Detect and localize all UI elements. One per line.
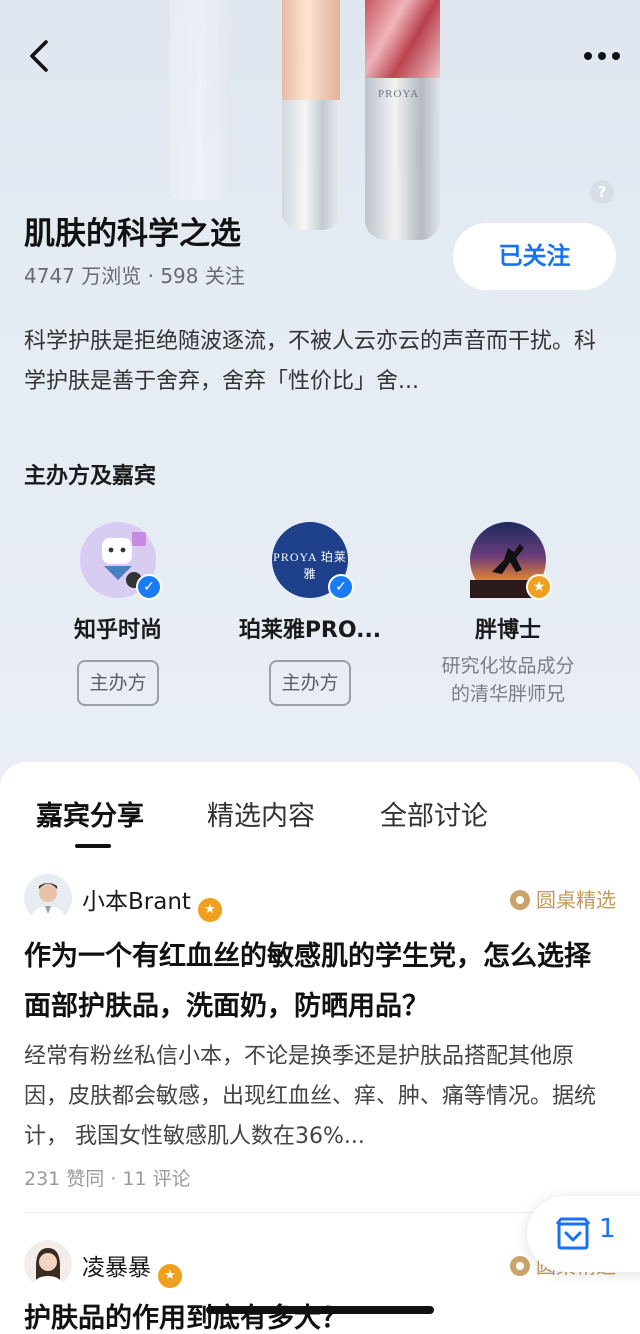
topic-title: 肌肤的科学之选 [24,216,241,252]
product-image-tube-right-top [365,0,440,78]
topic-header: PROYA ? 肌肤的科学之选 4747 万浏览 · 598 关注 已关注 科学… [0,0,640,800]
avatar: ✓ [80,522,162,600]
author-name[interactable]: 小本Brant ★ [82,882,223,923]
verified-badge-icon: ✓ [328,574,354,600]
guest-bio-line: 研究化妆品成分 [441,655,575,677]
collection-box-icon [555,1216,591,1252]
guest-bio: 研究化妆品成分 的清华胖师兄 [418,652,598,708]
post-title[interactable]: 护肤品的作用到底有多大？ [24,1294,616,1334]
more-dots-icon[interactable] [578,38,628,74]
guest-card-zhihu-fashion[interactable]: ✓ 知乎时尚 主办方 [28,522,208,706]
post-excerpt[interactable]: 经常有粉丝私信小本，不论是换季还是护肤品搭配其他原因，皮肤都会敏感，出现红血丝、… [24,1037,616,1157]
post-title[interactable]: 作为一个有红血丝的敏感肌的学生党，怎么选择面部护肤品，洗面奶，防晒用品？ [24,932,616,1032]
avatar: ★ [470,522,552,600]
guest-bio-line: 的清华胖师兄 [450,683,565,705]
list-item[interactable]: 凌暴暴★ 圆桌精选 护肤品的作用到底有多大？ [24,1240,616,1334]
avatar[interactable] [24,1240,72,1288]
product-image-ghost [170,0,230,200]
home-indicator [206,1306,434,1314]
verified-badge-icon: ★ [196,897,223,923]
roundtable-icon [510,1256,530,1276]
tab-guest-share[interactable]: 嘉宾分享 [36,794,144,833]
roundtable-tag-text: 圆桌精选 [536,888,616,912]
tab-all-discussion[interactable]: 全部讨论 [380,794,488,833]
active-tab-indicator [75,844,111,848]
avatar[interactable] [24,874,72,922]
author-name-text: 小本Brant [82,889,191,915]
topic-stats: 4747 万浏览 · 598 关注 [24,264,245,288]
verified-badge-icon: ★ [526,574,552,600]
collection-count: 1 [599,1214,616,1244]
verified-badge-icon: ✓ [136,574,162,600]
guest-name: 知乎时尚 [73,618,162,643]
verified-badge-icon: ★ [157,1263,183,1289]
guest-role-tag: 主办方 [77,660,159,706]
guest-name: 胖博士 [474,618,541,643]
product-image-tube-left-top [282,0,340,100]
author-name-text: 凌暴暴 [82,1255,151,1281]
roundtable-tag[interactable]: 圆桌精选 [510,884,616,913]
avatar: PROYA 珀莱雅 ✓ [272,522,354,600]
post-meta: 231 赞同 · 11 评论 [24,1168,191,1190]
tab-bar: 嘉宾分享 精选内容 全部讨论 [0,762,640,848]
product-image-tube-right [365,0,440,240]
help-icon[interactable]: ? [590,180,614,204]
guests-heading: 主办方及嘉宾 [24,464,157,489]
floating-collection-button[interactable]: 1 [527,1196,640,1272]
product-image-tube-left [282,0,340,230]
divider [24,1212,616,1213]
guest-name: 珀莱雅PRO... [238,618,382,643]
tab-featured[interactable]: 精选内容 [207,794,315,833]
product-brand-text: PROYA [378,88,420,100]
guest-card-proya[interactable]: PROYA 珀莱雅 ✓ 珀莱雅PRO... 主办方 [220,522,400,706]
author-name[interactable]: 凌暴暴 ★ [82,1248,183,1289]
guest-role-tag: 主办方 [269,660,351,706]
guest-card-pangboshi[interactable]: ★ 胖博士 研究化妆品成分 的清华胖师兄 [418,522,598,708]
back-arrow-icon[interactable] [22,36,62,76]
follow-button[interactable]: 已关注 [453,223,616,290]
roundtable-icon [510,890,530,910]
list-item[interactable]: 小本Brant ★ 圆桌精选 作为一个有红血丝的敏感肌的学生党，怎么选择面部护肤品… [24,874,616,1204]
topic-description[interactable]: 科学护肤是拒绝随波逐流，不被人云亦云的声音而干扰。科学护肤是善于舍弃，舍弃「性价… [24,322,614,402]
